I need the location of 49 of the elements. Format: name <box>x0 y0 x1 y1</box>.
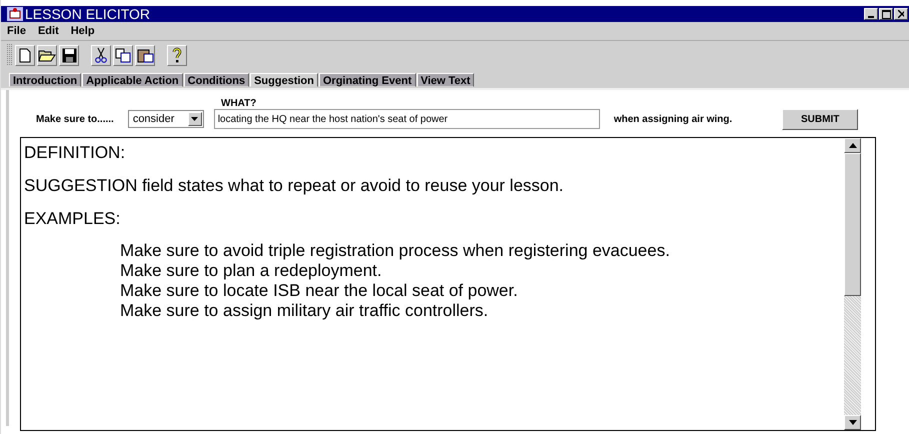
example-text: Make sure to avoid triple registration process when registering evacuees. <box>120 241 670 260</box>
scroll-thumb[interactable] <box>844 153 861 296</box>
submit-button[interactable]: SUBMIT <box>782 108 858 130</box>
suffix-label: when assigning air wing. <box>614 114 732 124</box>
example-text: Make sure to locate ISB near the local seat of power. <box>120 281 518 300</box>
scissors-icon <box>95 47 107 63</box>
copy-icon <box>115 48 131 62</box>
tab[interactable]: Introduction <box>9 73 82 87</box>
help-button[interactable] <box>167 44 187 66</box>
tab[interactable]: Applicable Action <box>82 73 183 87</box>
text-area[interactable] <box>20 137 876 431</box>
tab[interactable]: Conditions <box>184 73 250 87</box>
maximize-button[interactable] <box>879 8 893 20</box>
prefix-label: Make sure to...... <box>36 114 114 124</box>
tab[interactable]: Suggestion <box>250 73 318 87</box>
paste-button[interactable] <box>135 44 155 66</box>
close-button[interactable] <box>894 8 908 20</box>
example-text: Make sure to plan a redeployment. <box>120 261 382 280</box>
tab[interactable]: View Text <box>416 73 474 87</box>
what-input-field[interactable]: locating the HQ near the host nation's seat of power <box>214 109 600 129</box>
minimize-button[interactable] <box>864 8 878 20</box>
dropdown-arrow-icon <box>191 117 198 121</box>
tab[interactable]: Orginating Event <box>318 73 416 87</box>
menu-item[interactable]: File <box>7 25 26 37</box>
window-title: LESSON ELICITOR <box>25 6 152 22</box>
new-file-icon <box>19 48 31 62</box>
verb-dropdown[interactable]: consider <box>128 110 204 128</box>
scroll-up-icon <box>848 143 856 148</box>
cut-button[interactable] <box>91 44 111 66</box>
new-button[interactable] <box>15 44 35 66</box>
folder-icon <box>38 48 56 62</box>
question-mark-icon <box>172 47 182 63</box>
examples-heading: EXAMPLES: <box>24 209 120 228</box>
scrollbar[interactable] <box>844 138 861 430</box>
maximize-icon <box>882 10 890 18</box>
close-icon <box>898 10 904 18</box>
what-label: WHAT? <box>221 98 256 109</box>
copy-button[interactable] <box>113 44 133 66</box>
definition-heading: DEFINITION: <box>24 143 126 162</box>
example-text: Make sure to assign military air traffic controllers. <box>120 301 488 320</box>
app-icon <box>7 7 23 21</box>
open-button[interactable] <box>37 44 57 66</box>
clipboard-icon <box>136 48 154 62</box>
menu-item[interactable]: Edit <box>38 25 59 37</box>
save-button[interactable] <box>59 44 79 66</box>
toolbar-grip-icon <box>7 44 13 66</box>
scroll-down-icon <box>848 420 856 425</box>
definition-text: SUGGESTION field states what to repeat or avoid to reuse your lesson. <box>24 176 564 195</box>
menu-item[interactable]: Help <box>70 25 95 37</box>
